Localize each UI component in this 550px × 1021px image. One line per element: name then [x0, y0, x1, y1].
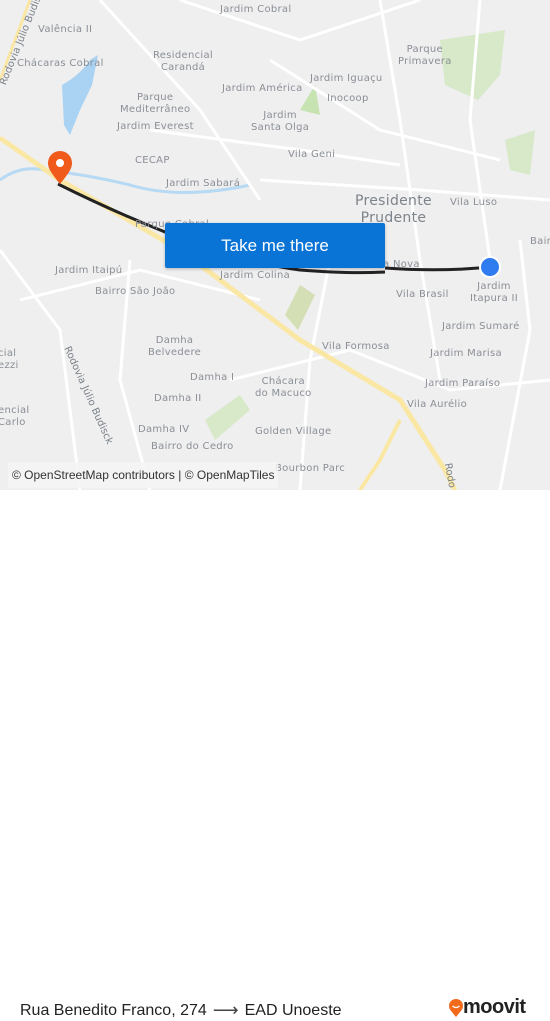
map-label: Chácaras Cobral	[17, 58, 104, 69]
map-label: Vila Luso	[450, 197, 498, 208]
destination-name: EAD Unoeste	[244, 1001, 342, 1019]
map-label: Jardim Sumaré	[442, 321, 520, 332]
destination-pin-icon	[48, 151, 72, 184]
map-label: cial ezzi	[0, 348, 19, 371]
map-label: Jardim Marisa	[430, 348, 502, 359]
map-label: Golden Village	[255, 426, 332, 437]
map-label: Jardim Itapura II	[470, 281, 518, 304]
map-label: Damha II	[154, 393, 202, 404]
map-label: Damha IV	[138, 424, 190, 435]
map-label: Bourbon Parc	[275, 463, 346, 474]
map-label: Jardim Iguaçu	[310, 73, 383, 84]
map-label: CECAP	[135, 155, 170, 166]
map-label: Jardim Sabará	[166, 178, 241, 189]
map-label: Bairro do Cedro	[151, 441, 234, 452]
map-label: Parque Primavera	[398, 44, 452, 67]
map-attribution[interactable]: © OpenStreetMap contributors | © OpenMap…	[8, 462, 279, 488]
route-summary: Rua Benedito Franco, 274 ⟶ EAD Unoeste	[20, 1000, 342, 1021]
map-label: Jardim América	[222, 83, 303, 94]
park-area	[205, 395, 250, 440]
origin-marker	[479, 256, 501, 278]
map-label: Jardim Everest	[117, 121, 194, 132]
map-label: Bair	[530, 236, 550, 247]
footer: Rua Benedito Franco, 274 ⟶ EAD Unoeste m…	[0, 490, 550, 1021]
highway	[0, 135, 458, 490]
take-me-there-button[interactable]: Take me there	[165, 223, 385, 268]
park-area	[505, 130, 535, 175]
map-label: Jardim Colina	[220, 270, 291, 281]
map-label: encial Carlo	[0, 405, 30, 428]
highway	[358, 419, 402, 490]
moovit-wordmark: moovit	[463, 996, 526, 1018]
map-label: Vila Formosa	[322, 341, 390, 352]
map-label: Jardim Itaipú	[55, 265, 123, 276]
moovit-pin-icon	[449, 998, 463, 1017]
origin-name: Rua Benedito Franco, 274	[20, 1001, 207, 1019]
map-label: Valência II	[38, 24, 93, 35]
city-label: Presidente Prudente	[355, 193, 432, 226]
map-label: Parque Mediterrâneo	[120, 92, 191, 115]
map-label: Jardim Paraíso	[425, 378, 501, 389]
map-label: Vila Aurélio	[407, 399, 467, 410]
map-label: Jardim Santa Olga	[251, 110, 310, 133]
map-label: Jardim Cobral	[220, 4, 292, 15]
map-label: Vila Brasil	[396, 289, 449, 300]
arrow-right-icon: ⟶	[212, 1000, 239, 1021]
map-label: Inocoop	[327, 93, 369, 104]
map-label: Residencial Carandá	[153, 50, 213, 73]
moovit-logo: moovit	[449, 996, 526, 1019]
map-label: Damha I	[190, 372, 235, 383]
map-label: Damha Belvedere	[148, 335, 202, 358]
park-area	[285, 285, 315, 330]
map-label: Chácara do Macuco	[255, 376, 312, 399]
map-label: Bairro São João	[95, 286, 176, 297]
map-label: Vila Geni	[288, 149, 336, 160]
map[interactable]: Jardim Cobral Valência II Chácaras Cobra…	[0, 0, 550, 490]
